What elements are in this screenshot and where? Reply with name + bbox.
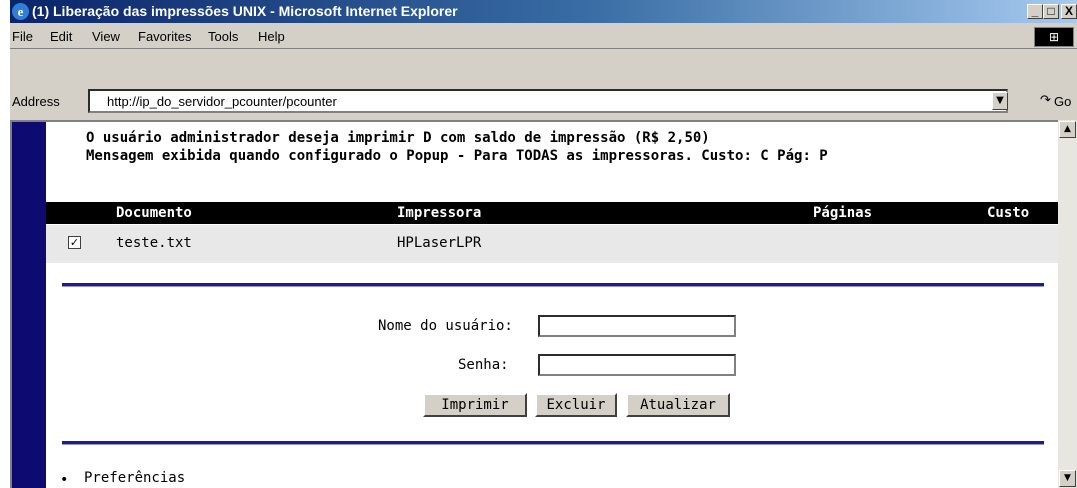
ie-icon: e [12, 3, 29, 20]
divider [62, 441, 1044, 445]
table-row: ✓ teste.txt HPLaserLPR [46, 225, 1058, 263]
go-button[interactable]: Go [1054, 94, 1071, 109]
divider [62, 283, 1044, 287]
header-cost: Custo [987, 205, 1030, 221]
menu-tools[interactable]: Tools [208, 29, 238, 44]
username-input[interactable] [538, 315, 736, 337]
menu-edit[interactable]: Edit [50, 29, 72, 44]
maximize-button[interactable]: □ [1043, 4, 1059, 19]
preferences-link[interactable]: Preferências [84, 470, 185, 486]
refresh-button[interactable]: Atualizar [626, 393, 730, 417]
bullet-icon: • [60, 472, 69, 488]
header-document: Documento [116, 205, 192, 221]
header-printer: Impressora [397, 205, 482, 221]
browser-window: e (1) Liberação das impressões UNIX - Mi… [10, 0, 1077, 488]
checkmark-icon: ✓ [69, 236, 80, 249]
vertical-scrollbar[interactable]: ▲ ▼ [1058, 120, 1077, 488]
popup-message: Mensagem exibida quando configurado o Po… [86, 148, 828, 164]
menu-file[interactable]: File [12, 29, 33, 44]
cell-document: teste.txt [116, 235, 192, 251]
scroll-up-icon[interactable]: ▲ [1059, 121, 1076, 138]
menu-bar: File Edit View Favorites Tools Help [10, 25, 1077, 49]
title-bar: e (1) Liberação das impressões UNIX - Mi… [10, 0, 1077, 23]
cell-printer: HPLaserLPR [397, 235, 482, 251]
header-pages: Páginas [813, 205, 873, 221]
scroll-down-icon[interactable]: ▼ [1059, 470, 1076, 487]
row-checkbox[interactable]: ✓ [68, 236, 81, 249]
menu-view[interactable]: View [92, 29, 120, 44]
window-title: (1) Liberação das impressões UNIX - Micr… [32, 3, 458, 19]
print-button[interactable]: Imprimir [423, 393, 527, 417]
menu-help[interactable]: Help [258, 29, 285, 44]
minimize-button[interactable]: _ [1027, 4, 1043, 19]
windows-logo-icon: ⊞ [1034, 27, 1074, 47]
username-label: Nome do usuário: [378, 318, 513, 334]
table-header: Documento Impressora Páginas Custo [46, 202, 1058, 224]
menu-favorites[interactable]: Favorites [138, 29, 191, 44]
page-content: O usuário administrador deseja imprimir … [10, 120, 1058, 488]
go-arrow-icon[interactable]: ↷ [1040, 93, 1051, 108]
password-input[interactable] [538, 354, 736, 376]
address-dropdown-button[interactable]: ▼ [992, 92, 1008, 110]
user-message: O usuário administrador deseja imprimir … [86, 130, 710, 146]
delete-button[interactable]: Excluir [535, 393, 617, 417]
side-strip [12, 122, 46, 488]
password-label: Senha: [458, 357, 509, 373]
address-label: Address [12, 94, 60, 109]
address-input[interactable]: http://ip_do_servidor_pcounter/pcounter [88, 89, 1008, 113]
close-button[interactable]: X [1061, 4, 1077, 19]
